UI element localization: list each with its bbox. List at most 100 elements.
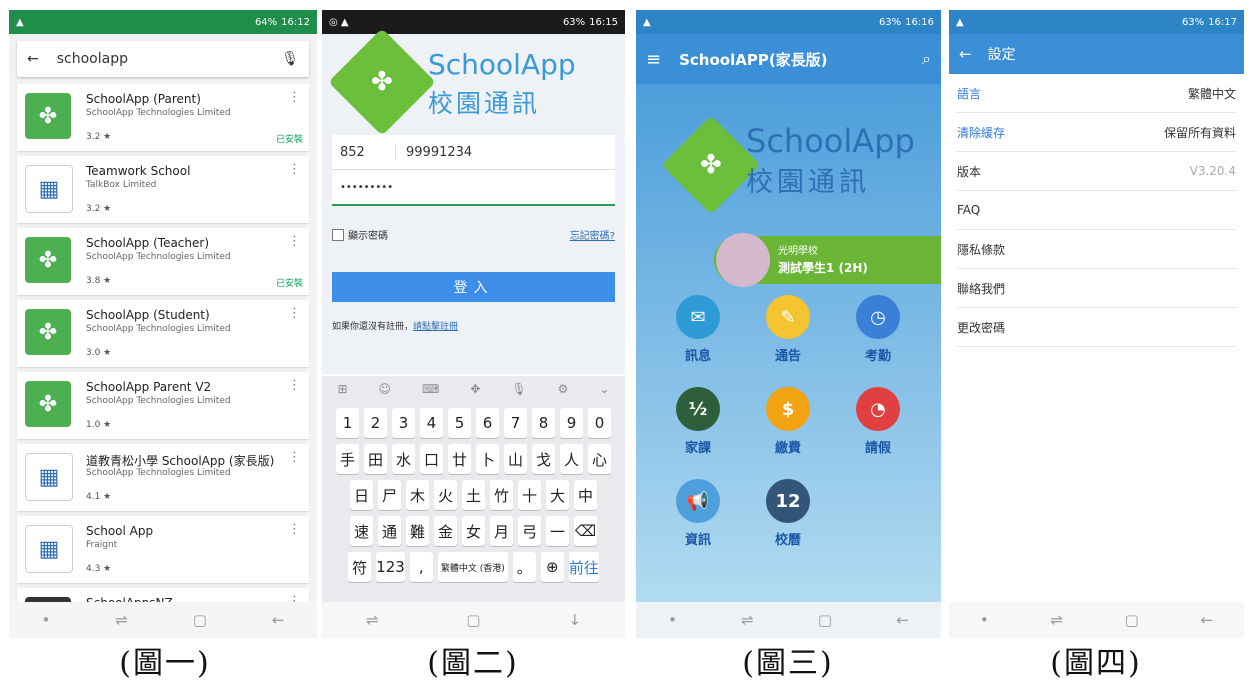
menu-item-calendar[interactable]: 12 校曆 bbox=[743, 479, 833, 548]
recent-apps-icon[interactable]: ⇌ bbox=[366, 611, 379, 629]
app-list-item[interactable]: ✤ SchoolApp (Student) SchoolApp Technologi… bbox=[17, 300, 309, 367]
emoji-icon[interactable]: ☺ bbox=[379, 382, 392, 396]
settings-row[interactable]: 更改密碼 bbox=[957, 308, 1236, 347]
show-password-checkbox[interactable]: 顯示密碼 bbox=[332, 227, 388, 242]
keyboard-key[interactable]: 弓 bbox=[518, 516, 541, 546]
menu-item-payment[interactable]: $ 繳費 bbox=[743, 387, 833, 456]
app-list-item[interactable]: ▦ 道教青松小學 SchoolApp (家長版) SchoolApp Technol… bbox=[17, 444, 309, 511]
keyboard-icon[interactable]: ⌨ bbox=[422, 382, 439, 396]
keyboard-key[interactable]: 1 bbox=[336, 408, 359, 438]
app-icon[interactable]: ✤ bbox=[25, 381, 71, 427]
keyboard-key[interactable]: 2 bbox=[364, 408, 387, 438]
more-options-icon[interactable]: ⋮ bbox=[288, 90, 301, 105]
search-input[interactable]: schoolapp bbox=[57, 51, 281, 67]
calendar-icon[interactable]: 12 bbox=[766, 479, 810, 523]
keyboard-key[interactable]: 山 bbox=[504, 444, 527, 474]
microphone-icon[interactable]: 🎙 bbox=[281, 51, 299, 67]
chat-icon[interactable]: ✉ bbox=[676, 295, 720, 339]
keyboard-key[interactable]: 0 bbox=[588, 408, 611, 438]
payment-icon[interactable]: $ bbox=[766, 387, 810, 431]
keyboard-key[interactable]: , bbox=[409, 552, 433, 582]
app-icon[interactable]: ✤ bbox=[25, 93, 71, 139]
keyboard-key[interactable]: 。 bbox=[512, 552, 536, 582]
grid-icon[interactable]: ⊞ bbox=[337, 382, 347, 396]
homework-icon[interactable]: ½ bbox=[676, 387, 720, 431]
settings-row[interactable]: 版本 V3.20.4 bbox=[957, 152, 1236, 191]
keyboard-key[interactable]: 7 bbox=[504, 408, 527, 438]
keyboard-key[interactable]: 一 bbox=[546, 516, 569, 546]
app-icon[interactable]: ✤ bbox=[25, 237, 71, 283]
country-code[interactable]: 852 bbox=[340, 144, 396, 160]
more-options-icon[interactable]: ⋮ bbox=[288, 378, 301, 393]
keyboard-key[interactable]: 手 bbox=[336, 444, 359, 474]
back-icon[interactable]: ← bbox=[896, 611, 909, 629]
register-link[interactable]: 請點擊註冊 bbox=[413, 322, 458, 332]
menu-item-clock[interactable]: ◷ 考勤 bbox=[833, 295, 923, 364]
more-options-icon[interactable]: ⋮ bbox=[288, 522, 301, 537]
back-icon[interactable]: ← bbox=[272, 611, 285, 629]
forgot-password-link[interactable]: 忘記密碼? bbox=[570, 227, 615, 242]
keyboard-key[interactable]: 土 bbox=[462, 480, 485, 510]
more-options-icon[interactable]: ⋮ bbox=[288, 162, 301, 177]
settings-row[interactable]: 隱私條款 bbox=[957, 230, 1236, 269]
keyboard-key[interactable]: 通 bbox=[378, 516, 401, 546]
down-arrow-icon[interactable]: ↓ bbox=[568, 611, 581, 629]
keyboard-key[interactable]: 火 bbox=[434, 480, 457, 510]
keyboard-key[interactable]: 日 bbox=[350, 480, 373, 510]
keyboard-key[interactable]: 心 bbox=[588, 444, 611, 474]
home-icon[interactable]: ▢ bbox=[466, 611, 480, 629]
keyboard-key[interactable]: 5 bbox=[448, 408, 471, 438]
menu-item-notice[interactable]: ✎ 通告 bbox=[743, 295, 833, 364]
keyboard-key[interactable]: 難 bbox=[406, 516, 429, 546]
menu-item-homework[interactable]: ½ 家課 bbox=[653, 387, 743, 456]
login-button[interactable]: 登入 bbox=[332, 272, 615, 302]
app-icon[interactable]: ▦ bbox=[25, 165, 73, 213]
recent-apps-icon[interactable]: ⇌ bbox=[741, 611, 754, 629]
keyboard-key[interactable]: 6 bbox=[476, 408, 499, 438]
keyboard-key[interactable]: 女 bbox=[462, 516, 485, 546]
home-icon[interactable]: ▢ bbox=[1125, 611, 1139, 629]
keyboard-key[interactable]: 中 bbox=[574, 480, 597, 510]
collapse-icon[interactable]: ⌄ bbox=[599, 382, 609, 396]
app-list-item[interactable]: ▦ Teamwork School TalkBox Limited 3.2 ★ ⋮ bbox=[17, 156, 309, 223]
settings-row[interactable]: 語言 繁體中文 bbox=[957, 74, 1236, 113]
keyboard-key[interactable]: 木 bbox=[406, 480, 429, 510]
clock-icon[interactable]: ◷ bbox=[856, 295, 900, 339]
keyboard-key[interactable]: 十 bbox=[518, 480, 541, 510]
cursor-icon[interactable]: ✥ bbox=[470, 382, 480, 396]
keyboard-key[interactable]: 金 bbox=[434, 516, 457, 546]
keyboard-key[interactable]: 水 bbox=[392, 444, 415, 474]
settings-row[interactable]: 聯絡我們 bbox=[957, 269, 1236, 308]
app-list-item[interactable]: ✤ SchoolApp Parent V2 SchoolApp Technologi… bbox=[17, 372, 309, 439]
leave-icon[interactable]: ◔ bbox=[856, 387, 900, 431]
keyboard-key[interactable]: 竹 bbox=[490, 480, 513, 510]
home-icon[interactable]: ▢ bbox=[818, 611, 832, 629]
app-icon[interactable]: ▦ bbox=[25, 453, 73, 501]
back-icon[interactable]: ← bbox=[1201, 611, 1214, 629]
keyboard-key[interactable]: ⊕ bbox=[540, 552, 564, 582]
keyboard-key[interactable]: 卜 bbox=[476, 444, 499, 474]
keyboard-key[interactable]: 3 bbox=[392, 408, 415, 438]
keyboard-key[interactable]: 戈 bbox=[532, 444, 555, 474]
keyboard-key[interactable]: 4 bbox=[420, 408, 443, 438]
keyboard-key[interactable]: 123 bbox=[376, 552, 405, 582]
keyboard-key[interactable]: 廿 bbox=[448, 444, 471, 474]
megaphone-icon[interactable]: 📢 bbox=[676, 479, 720, 523]
keyboard-key[interactable]: ⌫ bbox=[574, 516, 597, 546]
settings-icon[interactable]: ⚙ bbox=[558, 382, 569, 396]
keyboard-key[interactable]: 符 bbox=[348, 552, 372, 582]
app-list-item[interactable]: ▦ School App Fraignt 4.3 ★ ⋮ bbox=[17, 516, 309, 583]
back-arrow-icon[interactable]: ← bbox=[27, 51, 39, 67]
password-field[interactable]: ••••••••• bbox=[332, 170, 615, 206]
recent-apps-icon[interactable]: ⇌ bbox=[115, 611, 128, 629]
recent-apps-icon[interactable]: ⇌ bbox=[1050, 611, 1063, 629]
keyboard-key[interactable]: 速 bbox=[350, 516, 373, 546]
settings-row[interactable]: FAQ bbox=[957, 191, 1236, 230]
more-options-icon[interactable]: ⋮ bbox=[288, 450, 301, 465]
menu-item-megaphone[interactable]: 📢 資訊 bbox=[653, 479, 743, 548]
menu-item-chat[interactable]: ✉ 訊息 bbox=[653, 295, 743, 364]
keyboard-key[interactable]: 田 bbox=[364, 444, 387, 474]
more-options-icon[interactable]: ⋮ bbox=[288, 306, 301, 321]
settings-row[interactable]: 清除緩存 保留所有資料 bbox=[957, 113, 1236, 152]
keyboard-key[interactable]: 8 bbox=[532, 408, 555, 438]
